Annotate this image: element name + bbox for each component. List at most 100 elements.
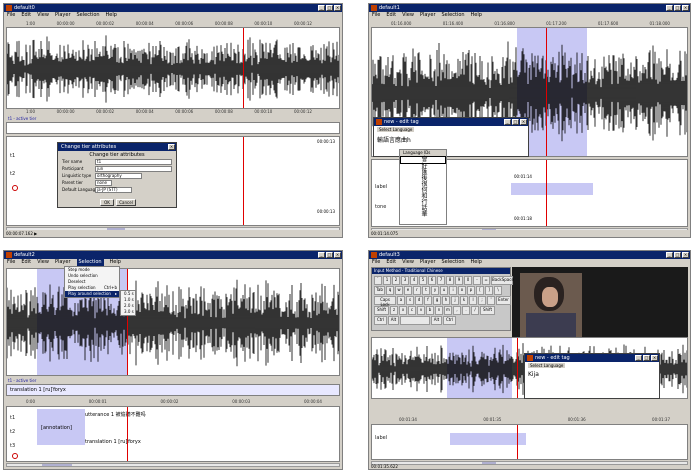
keyboard-key[interactable]: k — [460, 296, 468, 305]
keyboard-key[interactable]: 4 — [410, 276, 418, 285]
select-language-label[interactable]: Select Language — [377, 127, 415, 132]
tier-label-t1[interactable]: t1 — [10, 153, 15, 159]
keyboard-key[interactable]: Alt — [388, 316, 399, 325]
keyboard-key[interactable]: d — [415, 296, 423, 305]
keyboard-key[interactable]: p — [467, 286, 475, 295]
keyboard-key[interactable]: u — [440, 286, 448, 295]
keyboard-key[interactable]: 5 — [419, 276, 427, 285]
select-language-label[interactable]: Select Language — [528, 363, 566, 368]
keyboard-key[interactable]: f — [424, 296, 432, 305]
keyboard-key[interactable]: h — [442, 296, 450, 305]
menu-file[interactable]: File — [372, 259, 380, 266]
menu-view[interactable]: View — [37, 259, 49, 266]
menu-help[interactable]: Help — [471, 259, 482, 266]
participant-input[interactable]: jun — [95, 166, 172, 172]
menu-view[interactable]: View — [402, 12, 414, 19]
keyboard-key[interactable]: ; — [478, 296, 486, 305]
minimize-button[interactable]: _ — [318, 5, 325, 11]
default-language-select[interactable]: ja-JP (STT) — [95, 187, 132, 193]
linguistic-type-select[interactable]: orthography — [95, 173, 142, 179]
keyboard-key[interactable]: l — [469, 296, 477, 305]
playhead-cursor[interactable] — [517, 338, 518, 398]
tier-name-input[interactable]: t1 — [95, 159, 172, 165]
annotation-utterance[interactable]: utterance 1 被偷聽不難吗 — [85, 411, 146, 418]
scrollbar-thumb[interactable] — [482, 462, 496, 464]
timeline-viewer[interactable]: label — [371, 424, 688, 460]
minimize-button[interactable]: _ — [318, 252, 325, 258]
keyboard-key[interactable]: Tab — [374, 286, 385, 295]
close-button[interactable]: × — [334, 5, 341, 11]
keyboard-key[interactable]: g — [433, 296, 441, 305]
keyboard-key[interactable]: n — [435, 306, 443, 315]
keyboard-key[interactable]: Ctrl — [443, 316, 456, 325]
keyboard-key[interactable]: 0 — [464, 276, 472, 285]
keyboard-key[interactable]: 8 — [446, 276, 454, 285]
keyboard-key[interactable]: i — [449, 286, 457, 295]
horizontal-scrollbar[interactable] — [6, 463, 340, 467]
maximize-button[interactable]: □ — [674, 5, 681, 11]
menu-selection[interactable]: Selection — [442, 12, 465, 19]
close-button[interactable]: × — [651, 355, 658, 361]
keyboard-key[interactable]: Shift — [374, 306, 389, 315]
keyboard-key[interactable]: t — [422, 286, 430, 295]
menu-help[interactable]: Help — [110, 259, 121, 266]
video-viewer[interactable] — [512, 267, 688, 337]
keyboard-key[interactable]: 9 — [455, 276, 463, 285]
tier-label-t2[interactable]: t2 — [10, 171, 15, 177]
keyboard-key[interactable]: [ — [476, 286, 484, 295]
keyboard-key[interactable]: y — [431, 286, 439, 295]
maximize-button[interactable]: □ — [643, 355, 650, 361]
keyboard-key[interactable]: 2 — [392, 276, 400, 285]
keyboard-key[interactable]: ] — [485, 286, 493, 295]
close-button[interactable]: × — [682, 252, 689, 258]
keyboard-key[interactable]: b — [426, 306, 434, 315]
keyboard-key[interactable]: m — [444, 306, 452, 315]
keyboard-key[interactable]: j — [451, 296, 459, 305]
menu-file[interactable]: File — [7, 259, 15, 266]
keyboard-key[interactable]: BackSpace — [491, 276, 514, 285]
minimize-button[interactable]: _ — [504, 119, 511, 125]
minimize-button[interactable]: _ — [666, 5, 673, 11]
close-button[interactable]: × — [334, 252, 341, 258]
minimize-button[interactable]: _ — [666, 252, 673, 258]
tier-label-t3[interactable]: t3 — [10, 443, 15, 449]
keyboard-key[interactable]: r — [413, 286, 421, 295]
cancel-button[interactable]: Cancel — [116, 199, 136, 206]
keyboard-key[interactable]: 1 — [383, 276, 391, 285]
menu-edit[interactable]: Edit — [386, 12, 396, 19]
annotation-text-input[interactable]: 輸語言應曲h — [377, 135, 411, 144]
scrollbar-thumb[interactable] — [42, 464, 72, 466]
keyboard-key[interactable]: . — [462, 306, 470, 315]
waveform-viewer[interactable] — [6, 268, 340, 376]
keyboard-key[interactable]: 7 — [437, 276, 445, 285]
menu-player[interactable]: Player — [55, 12, 71, 19]
keyboard-key[interactable]: x — [399, 306, 407, 315]
annotation-placeholder[interactable]: [annotation] — [41, 425, 72, 431]
keyboard-key[interactable]: z — [390, 306, 398, 315]
annotation-text-input[interactable]: Kija — [528, 371, 539, 378]
keyboard-key[interactable]: Ctrl — [374, 316, 387, 325]
keyboard-key[interactable]: ` — [374, 276, 382, 285]
ok-button[interactable]: OK — [100, 199, 114, 206]
tier-label-label[interactable]: label — [375, 435, 387, 441]
menu-view[interactable]: View — [37, 12, 49, 19]
maximize-button[interactable]: □ — [512, 119, 519, 125]
keyboard-key[interactable]: s — [406, 296, 414, 305]
parent-tier-select[interactable]: none — [95, 180, 112, 186]
tier-label-label[interactable]: label — [375, 184, 387, 190]
minimize-button[interactable]: _ — [635, 355, 642, 361]
keyboard-key[interactable]: v — [417, 306, 425, 315]
keyboard-key[interactable]: Shift — [480, 306, 495, 315]
keyboard-key[interactable] — [400, 316, 430, 325]
tier-label-tone[interactable]: tone — [375, 204, 386, 210]
keyboard-key[interactable]: , — [453, 306, 461, 315]
menu-edit[interactable]: Edit — [386, 259, 396, 266]
menu-player[interactable]: Player — [420, 12, 436, 19]
candidate-item[interactable]: 華 — [400, 212, 446, 218]
keyboard-key[interactable]: = — [482, 276, 490, 285]
timeline-viewer[interactable]: t1 t2 t3 utterance 1 被偷聽不難吗 [annotation]… — [6, 406, 340, 462]
menu-player[interactable]: Player — [420, 259, 436, 266]
submenu-item[interactable]: 3.0 s — [121, 309, 135, 315]
waveform-viewer[interactable] — [6, 27, 340, 109]
maximize-button[interactable]: □ — [674, 252, 681, 258]
